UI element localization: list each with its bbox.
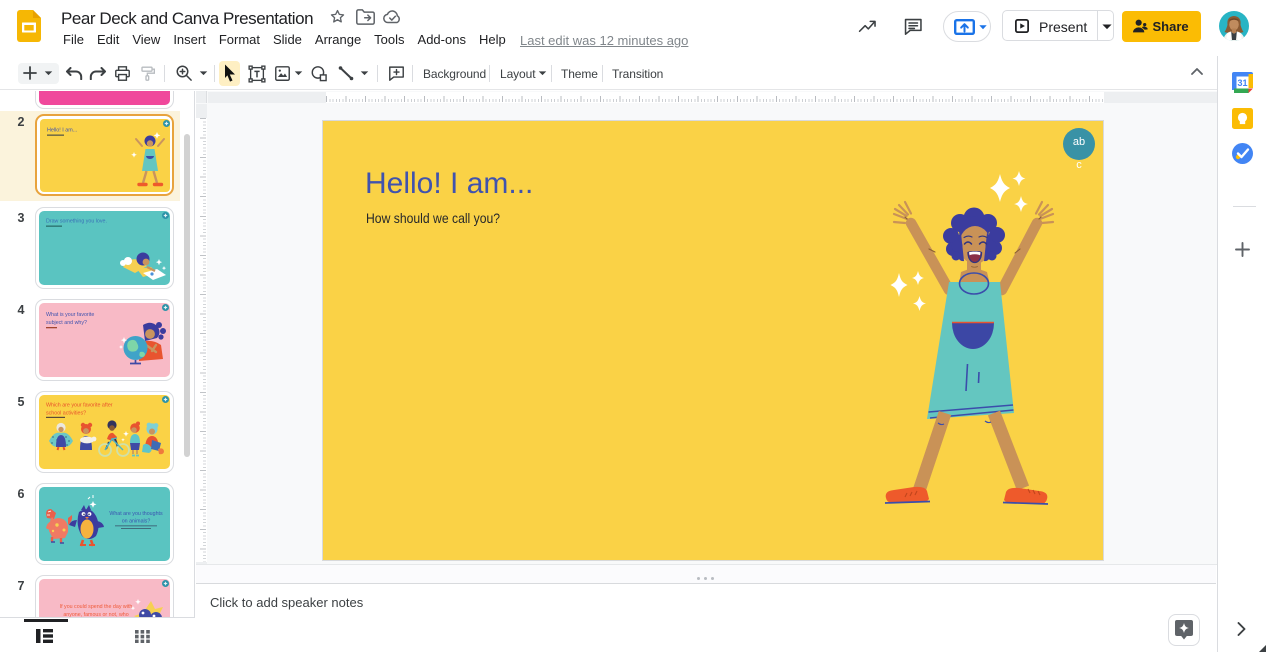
svg-text:Which are your favorite after: Which are your favorite after	[46, 403, 113, 409]
svg-text:on animals?: on animals?	[122, 519, 151, 525]
svg-text:What is your favorite: What is your favorite	[46, 312, 94, 318]
svg-text:Hello! I am...: Hello! I am...	[47, 127, 77, 133]
svg-text:31: 31	[1237, 78, 1247, 88]
svg-text:school activities?: school activities?	[46, 411, 86, 417]
svg-text:Draw something you love.: Draw something you love.	[46, 219, 107, 225]
svg-text:If you could spend the day wit: If you could spend the day with	[60, 604, 133, 610]
svg-text:subject and why?: subject and why?	[46, 320, 87, 326]
svg-text:What are you thoughts: What are you thoughts	[109, 511, 163, 517]
